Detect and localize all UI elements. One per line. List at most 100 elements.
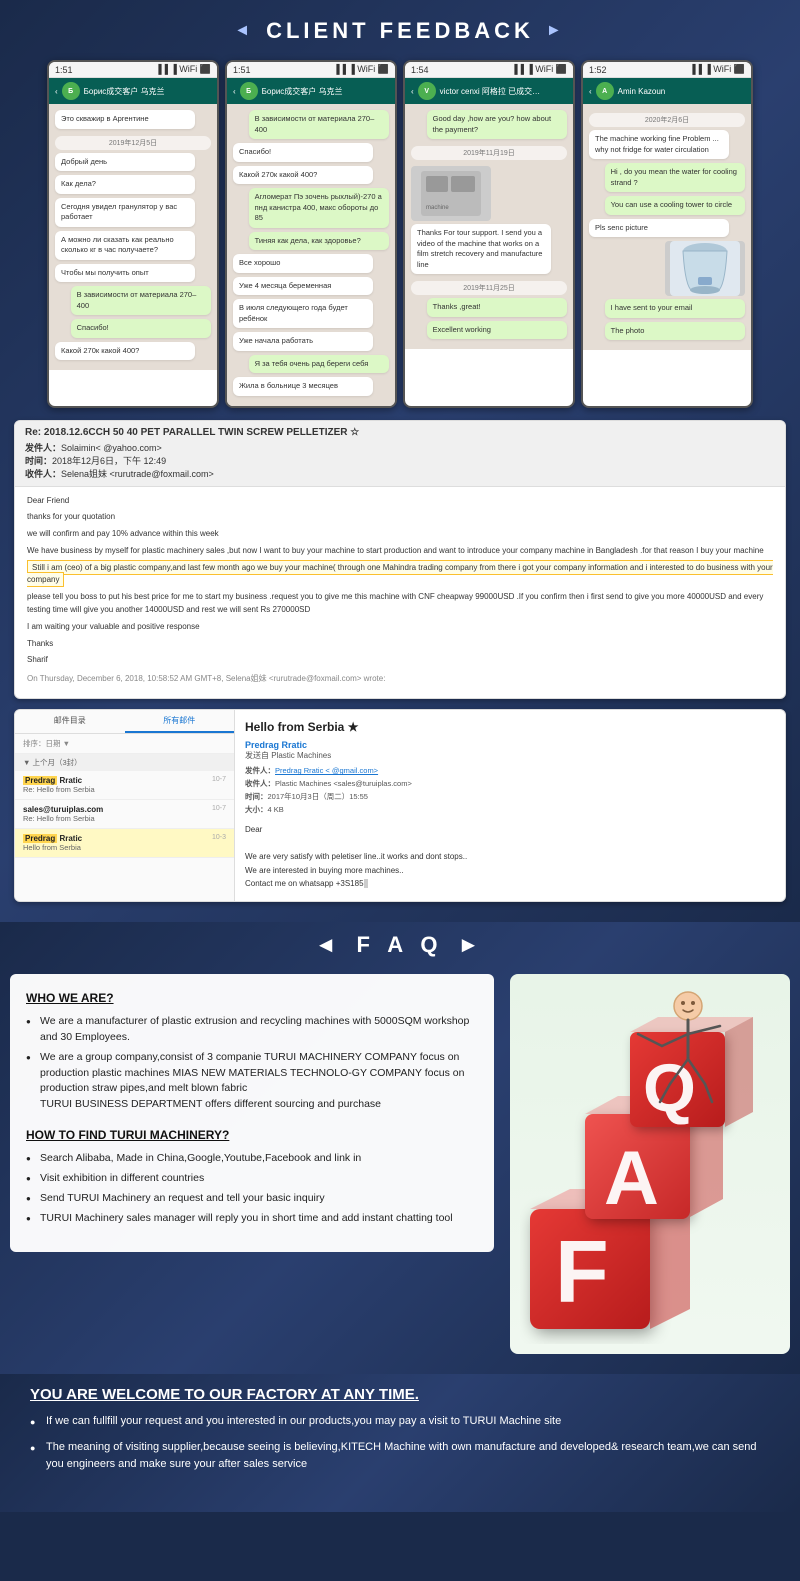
email-screenshot-2: 邮件目录 所有邮件 排序：日期 ▼ ▼ 上个月（3封） 10-7 Predrag… — [14, 709, 786, 902]
phone1-back-icon: ‹ — [55, 87, 58, 96]
phone3-time: 1:54 — [411, 65, 429, 75]
faq-svg: F A Q — [520, 984, 780, 1344]
email1-line4: Still i am (ceo) of a big plastic compan… — [27, 562, 773, 588]
inbox-tab-2[interactable]: 所有邮件 — [125, 710, 235, 733]
chat-msg: Спасибо! — [233, 143, 373, 162]
inbox-item-2-subject: Re: Hello from Serbia — [23, 814, 226, 823]
inbox-group-label: ▼ 上个月（3封） — [15, 754, 234, 771]
chat-msg: Уже начала работать — [233, 332, 373, 351]
chat-msg-sent: I have sent to your email — [605, 299, 745, 318]
phone1-chat-body: Это скважир в Аргентине 2019年12月5日 Добры… — [49, 104, 217, 370]
phone-screenshot-4: 1:52 ▐▐ ▐ WiFi ⬛ ‹ A Amin Kazoun 2020年2月… — [581, 60, 753, 408]
inbox-item-1-date: 10-7 — [212, 776, 226, 783]
phone4-status-bar: 1:52 ▐▐ ▐ WiFi ⬛ — [583, 62, 751, 78]
chat-msg: В июля следующего года будет ребёнок — [233, 299, 373, 328]
inbox-item-3-name: Predrag Rratic — [23, 834, 226, 843]
chat-image: machine — [411, 166, 491, 221]
phone1-avatar: Б — [62, 82, 80, 100]
faq-how-item-2: Visit exhibition in different countries — [26, 1171, 478, 1187]
feedback-title-text: CLIENT FEEDBACK — [266, 18, 534, 44]
inbox-item-2-name: sales@turuiplas.com — [23, 805, 226, 814]
phone2-avatar: Б — [240, 82, 258, 100]
faq-content: WHO WE ARE? We are a manufacturer of pla… — [10, 974, 790, 1354]
chat-msg: Уже 4 месяца беременная — [233, 277, 373, 296]
phone2-status-bar: 1:51 ▐▐ ▐ WiFi ⬛ — [227, 62, 395, 78]
svg-text:A: A — [604, 1136, 659, 1221]
faq-who-item-1: We are a manufacturer of plastic extrusi… — [26, 1014, 478, 1046]
email-detail-from-name: Predrag Rratic — [245, 740, 775, 750]
factory-bullets-list: If we can fullfill your request and you … — [30, 1413, 770, 1474]
chat-msg-sent: The photo — [605, 322, 745, 341]
email-detail-text: We are very satisfy with peletiser line.… — [245, 850, 775, 864]
chat-msg: Как дела? — [55, 175, 195, 194]
chat-date: 2020年2月6日 — [589, 113, 745, 127]
faq-title-text: F A Q — [356, 932, 443, 958]
chat-msg: Какой 270к какой 400? — [233, 166, 373, 185]
email1-line1: thanks for your quotation — [27, 511, 773, 524]
chat-msg-sent: Excellent working — [427, 321, 567, 340]
chat-msg-sent: Тиняя как дела, как здоровье? — [249, 232, 389, 251]
inbox-item-3[interactable]: 10-3 Predrag Rratic Hello from Serbia — [15, 829, 234, 858]
chat-msg: Сегодня увидел гранулятор у вас работает — [55, 198, 195, 227]
arrow-left-feedback: ◄ — [234, 22, 254, 40]
email-screenshot-1: Re: 2018.12.6CCH 50 40 PET PARALLEL TWIN… — [14, 420, 786, 700]
phone3-avatar: V — [418, 82, 436, 100]
chat-msg: А можно ли сказать как реально сколько к… — [55, 231, 195, 260]
chat-msg-sent: Good day ,how are you? how about the pay… — [427, 110, 567, 139]
phone3-back-icon: ‹ — [411, 87, 414, 96]
factory-welcome-title: YOU ARE WELCOME TO OUR FACTORY AT ANY TI… — [30, 1386, 770, 1403]
faq-image-panel: F A Q — [510, 974, 790, 1354]
phone2-chat-header: ‹ Б Борис成交客户 乌克兰 — [227, 78, 395, 104]
email-detail-subject: Hello from Serbia ★ — [245, 720, 775, 734]
client-feedback-section: ◄ CLIENT FEEDBACK ► 1:51 ▐▐ ▐ WiFi ⬛ ‹ Б… — [0, 0, 800, 922]
inbox-item-3-date: 10-3 — [212, 834, 226, 841]
chat-msg: Жила в больнице 3 месяцев — [233, 377, 373, 396]
email1-line5: please tell you boss to put his best pri… — [27, 591, 773, 617]
email-inbox-panel: 邮件目录 所有邮件 排序：日期 ▼ ▼ 上个月（3封） 10-7 Predrag… — [15, 710, 235, 901]
cooling-tower-image — [665, 241, 745, 296]
faq-text-panel: WHO WE ARE? We are a manufacturer of pla… — [10, 974, 494, 1252]
email1-to: 收件人：Selena姐妹 <rurutrade@foxmail.com> — [25, 467, 775, 480]
chat-msg-sent: You can use a cooling tower to circle — [605, 196, 745, 215]
phones-row: 1:51 ▐▐ ▐ WiFi ⬛ ‹ Б Борис成交客户 乌克兰 Это с… — [10, 60, 790, 408]
inbox-tabs: 邮件目录 所有邮件 — [15, 710, 234, 734]
factory-section: YOU ARE WELCOME TO OUR FACTORY AT ANY TI… — [0, 1374, 800, 1512]
chat-msg: Какой 270к какой 400? — [55, 342, 195, 361]
email-detail-meta: 发件人：Predrag Rratic < @gmail.com> 收件人：Pla… — [245, 765, 775, 815]
email1-from: 发件人：Solaimin< @yahoo.com> — [25, 441, 775, 454]
faq-block-how-title: HOW TO FIND TURUI MACHINERY? — [26, 1125, 478, 1145]
factory-bullet-2: The meaning of visiting supplier,because… — [30, 1439, 770, 1474]
inbox-item-1-name: Predrag Rratic — [23, 776, 226, 785]
phone2-chat-body: В зависимости от материала 270–400 Спаси… — [227, 104, 395, 406]
chat-msg: Добрый день — [55, 153, 195, 172]
svg-text:machine: machine — [426, 205, 449, 211]
chat-msg: Thanks For tour support. I send you a vi… — [411, 224, 551, 274]
faq-how-item-1: Search Alibaba, Made in China,Google,You… — [26, 1151, 478, 1167]
chat-date: 2019年11月25日 — [411, 281, 567, 295]
email-detail-body: Dear We are very satisfy with peletiser … — [245, 823, 775, 891]
chat-msg: Чтобы мы получить опыт — [55, 264, 195, 283]
phone1-time: 1:51 — [55, 65, 73, 75]
phone-screenshot-1: 1:51 ▐▐ ▐ WiFi ⬛ ‹ Б Борис成交客户 乌克兰 Это с… — [47, 60, 219, 408]
faq-arrow-left: ◄ — [315, 932, 343, 958]
chat-msg-sent: В зависимости от материала 270–400 — [71, 286, 211, 315]
phone4-back-icon: ‹ — [589, 87, 592, 96]
phone3-chat-header: ‹ V victor cenxi 阿格拉 已成交… — [405, 78, 573, 104]
inbox-item-2[interactable]: 10-7 sales@turuiplas.com Re: Hello from … — [15, 800, 234, 829]
inbox-tab-1[interactable]: 邮件目录 — [15, 710, 125, 733]
chat-msg: The machine working fine Problem ... why… — [589, 130, 729, 159]
phone-screenshot-3: 1:54 ▐▐ ▐ WiFi ⬛ ‹ V victor cenxi 阿格拉 已成… — [403, 60, 575, 408]
phone3-chat-body: Good day ,how are you? how about the pay… — [405, 104, 573, 349]
chat-msg: Pls senc picture — [589, 219, 729, 238]
faq-block-how-find: HOW TO FIND TURUI MACHINERY? Search Alib… — [26, 1125, 478, 1226]
email-detail-text2: We are interested in buying more machine… — [245, 864, 775, 878]
email-detail-to: 收件人：Plastic Machines <sales@turuiplas.co… — [245, 778, 775, 789]
section-title-feedback: ◄ CLIENT FEEDBACK ► — [10, 18, 790, 44]
faq-arrow-right: ► — [458, 932, 486, 958]
phone3-status-bar: 1:54 ▐▐ ▐ WiFi ⬛ — [405, 62, 573, 78]
email-detail-panel: Hello from Serbia ★ Predrag Rratic 发送自 P… — [235, 710, 785, 901]
phone2-back-icon: ‹ — [233, 87, 236, 96]
inbox-item-1[interactable]: 10-7 Predrag Rratic Re: Hello from Serbi… — [15, 771, 234, 800]
inbox-sort: 排序：日期 ▼ — [15, 734, 234, 754]
email1-subject: Re: 2018.12.6CCH 50 40 PET PARALLEL TWIN… — [25, 427, 775, 438]
